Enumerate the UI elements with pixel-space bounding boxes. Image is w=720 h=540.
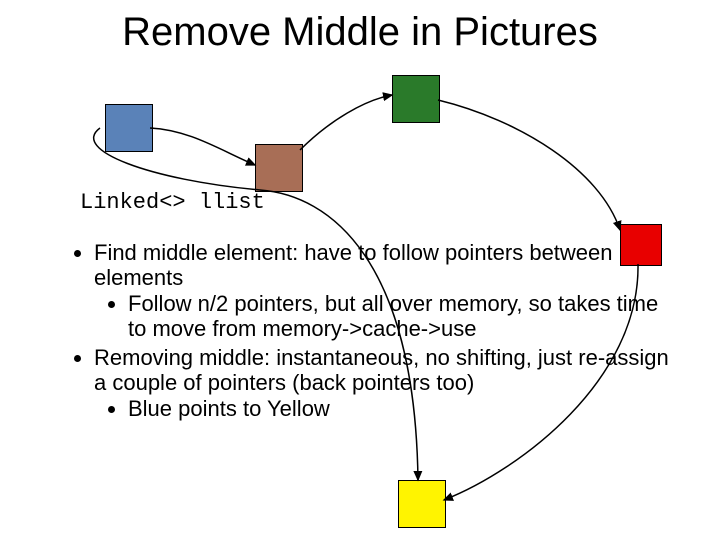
bullet-1a: Follow n/2 pointers, but all over memory… (128, 291, 670, 342)
linked-node-brown (255, 144, 303, 192)
linked-node-yellow (398, 480, 446, 528)
bullet-2: Removing middle: instantaneous, no shift… (94, 345, 670, 421)
bullet-2-text: Removing middle: instantaneous, no shift… (94, 345, 669, 395)
linked-node-green (392, 75, 440, 123)
bullet-1: Find middle element: have to follow poin… (94, 240, 670, 341)
code-label: Linked<> llist (80, 190, 265, 215)
bullet-2a: Blue points to Yellow (128, 396, 670, 421)
slide: Remove Middle in Pictures Linked<> llist… (0, 0, 720, 540)
linked-node-blue (105, 104, 153, 152)
slide-title: Remove Middle in Pictures (0, 10, 720, 55)
bullet-1-text: Find middle element: have to follow poin… (94, 240, 613, 290)
bullet-list: Find middle element: have to follow poin… (70, 240, 670, 425)
